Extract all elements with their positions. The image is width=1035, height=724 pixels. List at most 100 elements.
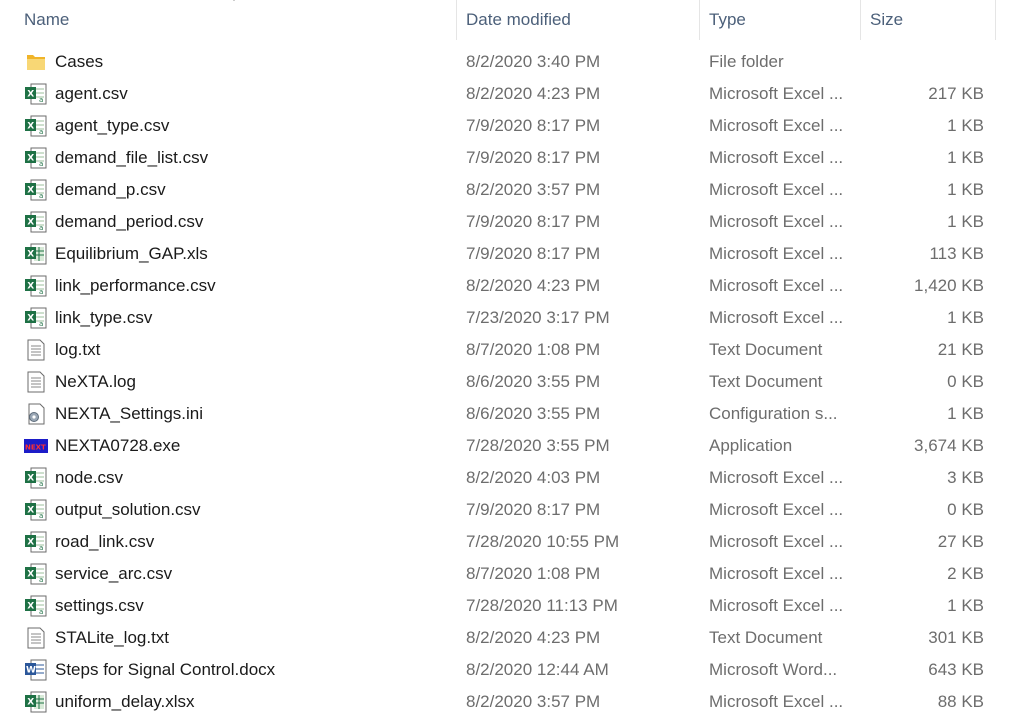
file-name: link_performance.csv — [55, 276, 216, 295]
file-type: Microsoft Excel ... — [709, 692, 844, 711]
file-row[interactable]: a Xdemand_file_list.csv 7/9/2020 8:17 PM Mi… — [0, 142, 1000, 174]
file-date-modified: 8/2/2020 3:57 PM — [466, 180, 601, 199]
svg-text:a: a — [39, 160, 43, 168]
file-size: 1 KB — [947, 596, 984, 615]
text-document-icon — [24, 371, 48, 393]
folder-icon — [24, 51, 48, 73]
file-date-modified: 7/28/2020 3:55 PM — [466, 436, 610, 455]
file-row[interactable]: a Xlink_type.csv 7/23/2020 3:17 PM Microsof… — [0, 302, 1000, 334]
svg-text:a: a — [39, 608, 43, 616]
file-date-modified: 7/9/2020 8:17 PM — [466, 148, 601, 167]
svg-text:a: a — [39, 192, 43, 200]
file-row[interactable]: X Equilibrium_GAP.xls 7/9/2020 8:17 PM Micr… — [0, 238, 1000, 270]
svg-text:a: a — [39, 288, 43, 296]
file-list: Cases 8/2/2020 3:40 PM File folder a Xagent.… — [0, 46, 1035, 718]
file-type: Microsoft Excel ... — [709, 468, 844, 487]
file-type: Microsoft Excel ... — [709, 564, 844, 583]
file-date-modified: 8/2/2020 4:23 PM — [466, 84, 601, 103]
file-size: 27 KB — [937, 532, 984, 551]
file-type: Application — [709, 436, 793, 455]
file-date-modified: 7/9/2020 8:17 PM — [466, 244, 601, 263]
file-row[interactable]: a Xservice_arc.csv 8/7/2020 1:08 PM Microso… — [0, 558, 1000, 590]
file-size: 643 KB — [928, 660, 984, 679]
file-size: 1 KB — [947, 116, 984, 135]
file-size: 1 KB — [947, 308, 984, 327]
excel-csv-icon: aX — [24, 115, 48, 137]
svg-text:X: X — [27, 314, 34, 324]
file-date-modified: 7/28/2020 10:55 PM — [466, 532, 620, 551]
column-header-size[interactable]: Size — [862, 0, 996, 40]
column-header-name[interactable]: Name — [16, 0, 457, 40]
file-row[interactable]: STALite_log.txt 8/2/2020 4:23 PM Text Docu… — [0, 622, 1000, 654]
file-row[interactable]: a Xroad_link.csv 7/28/2020 10:55 PM Microso… — [0, 526, 1000, 558]
file-row[interactable]: log.txt 8/7/2020 1:08 PM Text Document 21 K… — [0, 334, 1000, 366]
file-name: NEXTA0728.exe — [55, 436, 181, 455]
svg-text:X: X — [27, 698, 34, 708]
file-size: 2 KB — [947, 564, 984, 583]
file-name: uniform_delay.xlsx — [55, 692, 195, 711]
svg-text:W: W — [26, 666, 36, 676]
file-name: NeXTA.log — [55, 372, 136, 391]
file-name: agent_type.csv — [55, 116, 170, 135]
file-type: Microsoft Excel ... — [709, 212, 844, 231]
file-date-modified: 8/2/2020 4:03 PM — [466, 468, 601, 487]
file-type: File folder — [709, 52, 784, 71]
column-header-date-modified[interactable]: Date modified — [458, 0, 700, 40]
file-size: 88 KB — [937, 692, 984, 711]
file-name: node.csv — [55, 468, 124, 487]
svg-text:X: X — [27, 474, 34, 484]
column-header-type[interactable]: Type — [701, 0, 861, 40]
file-row[interactable]: a Xlink_performance.csv 8/2/2020 4:23 PM Mi… — [0, 270, 1000, 302]
svg-text:a: a — [39, 96, 43, 104]
file-type: Text Document — [709, 340, 823, 359]
file-type: Microsoft Excel ... — [709, 148, 844, 167]
file-type: Microsoft Excel ... — [709, 500, 844, 519]
file-row[interactable]: a Xagent.csv 8/2/2020 4:23 PM Microsoft Exc… — [0, 78, 1000, 110]
file-date-modified: 7/9/2020 8:17 PM — [466, 500, 601, 519]
file-date-modified: 8/2/2020 4:23 PM — [466, 628, 601, 647]
file-date-modified: 8/7/2020 1:08 PM — [466, 564, 601, 583]
file-row[interactable]: Cases 8/2/2020 3:40 PM File folder — [0, 46, 1000, 78]
file-size: 1 KB — [947, 212, 984, 231]
file-name: NEXTA_Settings.ini — [55, 404, 204, 423]
text-document-icon — [24, 627, 48, 649]
file-type: Microsoft Excel ... — [709, 180, 844, 199]
file-date-modified: 8/6/2020 3:55 PM — [466, 404, 601, 423]
svg-text:a: a — [39, 512, 43, 520]
file-name: STALite_log.txt — [55, 628, 170, 647]
file-size: 301 KB — [928, 628, 984, 647]
file-row[interactable]: NEXTA_Settings.ini 8/6/2020 3:55 PM Config… — [0, 398, 1000, 430]
file-date-modified: 7/23/2020 3:17 PM — [466, 308, 610, 327]
file-row[interactable]: a Xdemand_p.csv 8/2/2020 3:57 PM Microsoft … — [0, 174, 1000, 206]
file-name: link_type.csv — [55, 308, 153, 327]
file-row[interactable]: W Steps for Signal Control.docx 8/2/2020 1… — [0, 654, 1000, 686]
file-name: demand_p.csv — [55, 180, 166, 199]
svg-text:a: a — [39, 544, 43, 552]
file-date-modified: 8/2/2020 12:44 AM — [466, 660, 609, 679]
file-name: road_link.csv — [55, 532, 155, 551]
file-type: Microsoft Excel ... — [709, 532, 844, 551]
svg-text:a: a — [39, 576, 43, 584]
file-date-modified: 7/9/2020 8:17 PM — [466, 212, 601, 231]
svg-text:a: a — [39, 128, 43, 136]
file-row[interactable]: Xuniform_delay.xlsx 8/2/2020 3:57 PM Micro… — [0, 686, 1000, 718]
excel-csv-icon: aX — [24, 531, 48, 553]
file-row[interactable]: NEXT NEXTA0728.exe 7/28/2020 3:55 PM Applic… — [0, 430, 1000, 462]
excel-csv-icon: aX — [24, 467, 48, 489]
file-date-modified: 8/2/2020 3:57 PM — [466, 692, 601, 711]
file-row[interactable]: a Xoutput_solution.csv 7/9/2020 8:17 PM Mic… — [0, 494, 1000, 526]
svg-text:X: X — [27, 538, 34, 548]
file-size: 1 KB — [947, 148, 984, 167]
settings-file-icon — [24, 403, 48, 425]
file-row[interactable]: NeXTA.log 8/6/2020 3:55 PM Text Document 0 … — [0, 366, 1000, 398]
file-type: Text Document — [709, 628, 823, 647]
file-name: Cases — [55, 52, 104, 71]
file-type: Configuration s... — [709, 404, 838, 423]
file-row[interactable]: a Xdemand_period.csv 7/9/2020 8:17 PM Micro… — [0, 206, 1000, 238]
file-row[interactable]: a X node.csv 8/2/2020 4:03 PM Microsoft Exce… — [0, 462, 1000, 494]
file-row[interactable]: a Xagent_type.csv 7/9/2020 8:17 PM Microsof… — [0, 110, 1000, 142]
excel-csv-icon: aX — [24, 595, 48, 617]
file-name: Steps for Signal Control.docx — [55, 660, 276, 679]
file-row[interactable]: a Xsettings.csv 7/28/2020 11:13 PM Microsof… — [0, 590, 1000, 622]
file-size: 217 KB — [928, 84, 984, 103]
